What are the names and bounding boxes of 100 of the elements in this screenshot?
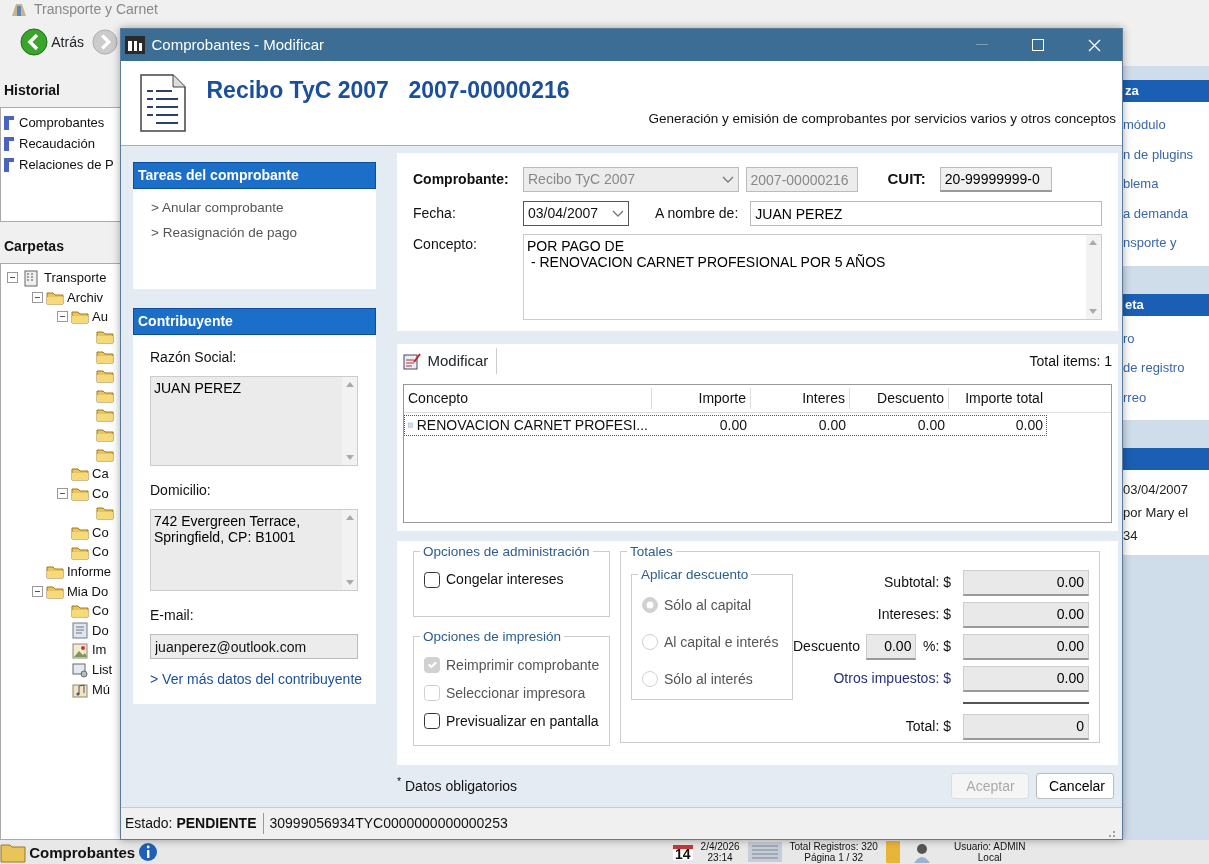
tree-item[interactable]: Mia Do xyxy=(67,581,109,602)
checkbox-label: Seleccionar impresora xyxy=(446,683,586,703)
column-header[interactable]: Descuento xyxy=(850,388,949,409)
task-link[interactable]: nsporte y xyxy=(1123,228,1209,258)
field-label: Descuento xyxy=(793,637,860,657)
total-field[interactable]: 0 xyxy=(962,713,1089,740)
folder-icon xyxy=(96,329,114,345)
collapse-icon[interactable] xyxy=(32,585,43,597)
tree-item[interactable]: Do xyxy=(92,620,109,641)
tree-item[interactable]: Im xyxy=(92,640,107,660)
tree-item[interactable]: Co xyxy=(92,522,109,543)
table-cell-text: 0.00 xyxy=(718,415,748,435)
date-picker[interactable]: 03/04/2007 xyxy=(523,201,629,226)
tree-item[interactable]: Mú xyxy=(92,679,111,699)
folder-icon xyxy=(96,348,114,364)
folder-icon xyxy=(96,427,114,443)
column-header[interactable]: Concepto xyxy=(404,388,652,409)
collapse-icon[interactable] xyxy=(32,291,43,303)
tree-item[interactable]: List xyxy=(92,659,113,680)
tree-item[interactable]: Au xyxy=(92,307,108,327)
taxes-link[interactable]: Otros impuestos: $ xyxy=(793,668,951,690)
checkbox-label: Congelar intereses xyxy=(446,570,564,590)
tree-item[interactable]: Co xyxy=(92,542,109,562)
tree-item[interactable]: Co xyxy=(92,483,109,504)
column-header[interactable]: Interes xyxy=(751,388,850,409)
history-item[interactable]: Recaudación xyxy=(19,133,95,154)
panel-heading: Carpetas xyxy=(3,237,65,256)
app-icon xyxy=(125,36,145,54)
folder-icon xyxy=(71,603,89,619)
folder-icon xyxy=(96,407,114,423)
percent-field[interactable]: 0.00 xyxy=(866,633,917,660)
folder-icon xyxy=(96,446,114,462)
info-icon[interactable] xyxy=(138,842,159,862)
forward-button[interactable] xyxy=(91,29,118,55)
user-info: Local xyxy=(977,852,1002,863)
table-cell: RENOVACION CARNET PROFESI... xyxy=(404,414,652,436)
folder-icon xyxy=(96,368,114,384)
caret-icon xyxy=(722,175,734,184)
document-icon xyxy=(139,73,187,133)
folder-icon xyxy=(71,544,89,560)
section-header: Contribuyente xyxy=(133,308,376,335)
folder-icon xyxy=(96,387,114,403)
task-link[interactable]: > Reasignación de pago xyxy=(133,221,376,246)
checkbox[interactable] xyxy=(424,713,440,730)
task-link[interactable]: n de plugins xyxy=(1123,139,1209,169)
task-link[interactable]: a demanda xyxy=(1123,198,1209,228)
back-button[interactable]: Atrás xyxy=(20,28,84,56)
folder-icon xyxy=(71,466,89,482)
folder-icon xyxy=(71,309,89,325)
user-info: Usuario: ADMIN xyxy=(953,841,1026,852)
required-note: $^{*}$ Datos obligatorios xyxy=(397,775,518,796)
date-time: 23:14 xyxy=(707,852,733,863)
column-header[interactable]: Importe total xyxy=(949,388,1047,409)
total-field[interactable]: 0.00 xyxy=(962,569,1089,596)
modify-button[interactable]: Modificar xyxy=(403,349,489,373)
task-link[interactable]: rreo xyxy=(1123,382,1209,412)
collapse-icon[interactable] xyxy=(57,311,68,323)
field-label: E-mail: xyxy=(150,606,195,625)
tree-item[interactable]: Ca xyxy=(92,464,109,484)
collapse-icon[interactable] xyxy=(57,487,68,499)
total-field[interactable]: 0.00 xyxy=(962,601,1089,628)
field-label: %: $ xyxy=(922,637,951,657)
task-link[interactable]: > Anular comprobante xyxy=(133,196,376,221)
task-link[interactable]: blema xyxy=(1123,169,1209,199)
task-link[interactable]: de registro xyxy=(1123,353,1209,383)
task-link[interactable]: ro xyxy=(1123,323,1209,353)
history-item[interactable]: Comprobantes xyxy=(19,112,105,133)
tree-item[interactable]: Transporte xyxy=(44,268,107,288)
checkbox-label: Reimprimir comprobante xyxy=(446,655,600,675)
action-button[interactable]: Cancelar xyxy=(1035,773,1114,800)
checkbox-label: Previsualizar en pantalla xyxy=(446,711,599,731)
cuit-field[interactable]: 20-99999999-0 xyxy=(939,167,1052,192)
subtitle: Generación y emisión de comprobantes por servicios varios y otros conceptos xyxy=(647,109,1116,128)
more-info-link[interactable]: > Ver más datos del contribuyente xyxy=(150,671,363,687)
status-text: Estado: PENDIENTE xyxy=(125,813,264,834)
collapse-icon[interactable] xyxy=(7,272,18,284)
info-text: 03/04/2007 xyxy=(1123,481,1190,499)
field-label: Subtotal: $ xyxy=(883,573,951,593)
history-item[interactable]: Relaciones de P xyxy=(19,154,114,175)
radio-label: Sólo al interés xyxy=(664,669,753,689)
column-header[interactable]: Importe xyxy=(652,388,751,409)
status-code: 30999056934TYC0000000000000253 xyxy=(268,814,508,833)
tree-item[interactable]: Archiv xyxy=(67,287,104,308)
building-icon xyxy=(21,268,41,287)
total-field[interactable]: 0.00 xyxy=(962,665,1089,692)
total-field[interactable]: 0.00 xyxy=(962,633,1089,660)
checkbox[interactable] xyxy=(424,571,440,588)
tree-item[interactable]: Co xyxy=(92,601,109,621)
edit-icon xyxy=(403,352,421,370)
radio-label: Al capital e interés xyxy=(664,632,779,652)
tree-item[interactable]: Informe xyxy=(67,561,112,582)
records-icon xyxy=(747,842,782,862)
folder-icon xyxy=(46,289,64,305)
table-cell-text: 0.00 xyxy=(817,415,847,435)
field-label: Comprobante: xyxy=(413,170,510,189)
task-link[interactable]: módulo xyxy=(1123,110,1209,140)
email-field[interactable]: juanperez@outlook.com xyxy=(150,634,358,659)
history-icon xyxy=(3,135,15,152)
name-field[interactable]: JUAN PEREZ xyxy=(750,201,1102,226)
field-label: Domicilio: xyxy=(150,481,212,500)
